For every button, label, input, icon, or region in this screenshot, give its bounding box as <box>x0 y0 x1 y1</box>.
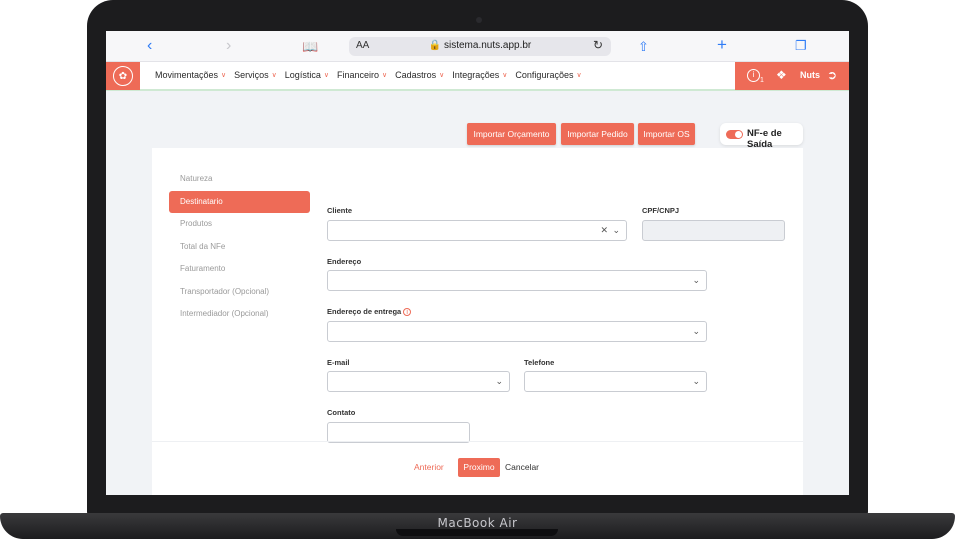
app-nav: ✿ Movimentações ∨ Serviços ∨ Logística ∨ Fi… <box>106 62 849 91</box>
chevron-down-icon: ∨ <box>221 72 227 79</box>
chevron-down-icon: ⌄ <box>692 326 700 336</box>
notification-badge: 1 <box>760 77 764 84</box>
plus-icon[interactable]: + <box>717 36 727 54</box>
share-icon[interactable]: ⇧ <box>638 38 649 56</box>
email-select[interactable]: ⌄ <box>327 371 510 392</box>
nfe-type-toggle[interactable]: NF-e de Saída <box>720 123 803 150</box>
browser-toolbar: ‹ › 📖 AA 🔒 sistema.nuts.app.br ↻ ⇧ + ❐ <box>106 31 849 62</box>
menu-label: Financeiro <box>336 70 379 80</box>
chevron-down-icon: ⌄ <box>495 376 503 386</box>
cpf-field <box>642 220 785 241</box>
camera <box>476 17 482 23</box>
back-icon[interactable]: ‹ <box>147 37 152 55</box>
user-bar: i 1 ❖ Nuts ➲ <box>735 62 849 90</box>
laptop-frame: ‹ › 📖 AA 🔒 sistema.nuts.app.br ↻ ⇧ + ❐ ✿… <box>0 0 955 549</box>
menu-label: Serviços <box>234 70 269 80</box>
info-icon[interactable]: i <box>403 308 412 316</box>
app-logo[interactable]: ✿ <box>106 62 140 90</box>
step-total[interactable]: Total da NFe <box>169 236 310 259</box>
step-intermediador[interactable]: Intermediador (Opcional) <box>169 303 310 326</box>
url-label: sistema.nuts.app.br <box>443 40 532 51</box>
tabs-icon[interactable]: ❐ <box>795 37 807 55</box>
chevron-down-icon: ⌄ <box>692 376 700 386</box>
user-name[interactable]: Nuts <box>800 70 820 80</box>
chevron-down-icon: ∨ <box>502 72 508 79</box>
email-label: E-mail <box>327 358 350 367</box>
cpf-label: CPF/CNPJ <box>642 206 680 215</box>
step-natureza[interactable]: Natureza <box>169 168 310 191</box>
chevron-down-icon: ∨ <box>439 72 445 79</box>
address-bar[interactable]: AA 🔒 sistema.nuts.app.br ↻ <box>349 37 611 56</box>
chevron-down-icon: ∨ <box>381 72 388 79</box>
chevron-down-icon: ∨ <box>271 72 277 79</box>
notifications-icon[interactable]: i <box>747 69 760 82</box>
apps-icon[interactable]: ❖ <box>776 68 787 82</box>
chevron-down-icon: ⌄ <box>612 225 620 235</box>
menu-configuracoes[interactable]: Configurações ∨ <box>515 70 581 80</box>
clear-icon[interactable]: ✕ <box>600 225 608 236</box>
import-os-button[interactable]: Importar OS <box>638 123 695 145</box>
url-text: 🔒 sistema.nuts.app.br <box>428 40 532 51</box>
brain-icon: ✿ <box>113 66 133 86</box>
contato-input[interactable] <box>327 422 470 443</box>
cancel-button[interactable]: Cancelar <box>505 462 539 472</box>
form-card: Natureza Destinatario Produtos Total da … <box>152 148 803 495</box>
menu-label: Logística <box>284 70 321 80</box>
menu-label: Integrações <box>452 70 500 80</box>
contato-label: Contato <box>327 408 356 417</box>
cliente-select[interactable]: ✕ ⌄ <box>327 220 627 241</box>
book-icon[interactable]: 📖 <box>302 38 318 56</box>
screen: ‹ › 📖 AA 🔒 sistema.nuts.app.br ↻ ⇧ + ❐ ✿… <box>106 31 849 495</box>
step-produtos[interactable]: Produtos <box>169 213 310 236</box>
device-label: MacBook Air <box>437 516 518 530</box>
step-destinatario[interactable]: Destinatario <box>169 190 310 213</box>
logout-icon[interactable]: ➲ <box>827 68 837 82</box>
import-order-button[interactable]: Importar Pedido <box>561 123 634 145</box>
telefone-select[interactable]: ⌄ <box>524 371 707 392</box>
endereco-label: Endereço <box>327 257 362 266</box>
menu-financeiro[interactable]: Financeiro ∨ <box>337 70 387 80</box>
entrega-label-text: Endereço de entrega <box>327 307 402 316</box>
cliente-label: Cliente <box>327 206 353 215</box>
menu-logistica[interactable]: Logística ∨ <box>285 70 329 80</box>
toggle-label: NF-e de Saída <box>747 128 782 150</box>
steps-sidebar: Natureza Destinatario Produtos Total da … <box>169 168 310 326</box>
toggle-switch[interactable] <box>726 130 743 139</box>
endereco-select[interactable]: ⌄ <box>327 270 707 291</box>
previous-button[interactable]: Anterior <box>414 462 444 472</box>
hinge-notch <box>396 529 558 536</box>
step-faturamento[interactable]: Faturamento <box>169 258 310 281</box>
menu-cadastros[interactable]: Cadastros ∨ <box>395 70 444 80</box>
entrega-label: Endereço de entrega i <box>327 307 412 316</box>
import-quote-button[interactable]: Importar Orçamento <box>467 123 556 145</box>
menu-movimentacoes[interactable]: Movimentações ∨ <box>155 70 226 80</box>
entrega-select[interactable]: ⌄ <box>327 321 707 342</box>
telefone-label: Telefone <box>524 358 555 367</box>
step-transportador[interactable]: Transportador (Opcional) <box>169 281 310 304</box>
menu-integracoes[interactable]: Integrações ∨ <box>452 70 507 80</box>
menu-label: Cadastros <box>395 70 437 80</box>
chevron-down-icon: ∨ <box>323 72 329 79</box>
menu-label: Configurações <box>515 70 574 80</box>
menu-servicos[interactable]: Serviços ∨ <box>234 70 277 80</box>
forward-icon[interactable]: › <box>226 37 231 55</box>
main-menu: Movimentações ∨ Serviços ∨ Logística ∨ Fina… <box>155 70 582 80</box>
divider <box>152 441 803 442</box>
reload-icon[interactable]: ↻ <box>593 38 603 52</box>
chevron-down-icon: ∨ <box>576 72 582 79</box>
next-button[interactable]: Proximo <box>458 458 500 477</box>
chevron-down-icon: ⌄ <box>692 275 700 285</box>
menu-label: Movimentações <box>155 70 219 80</box>
